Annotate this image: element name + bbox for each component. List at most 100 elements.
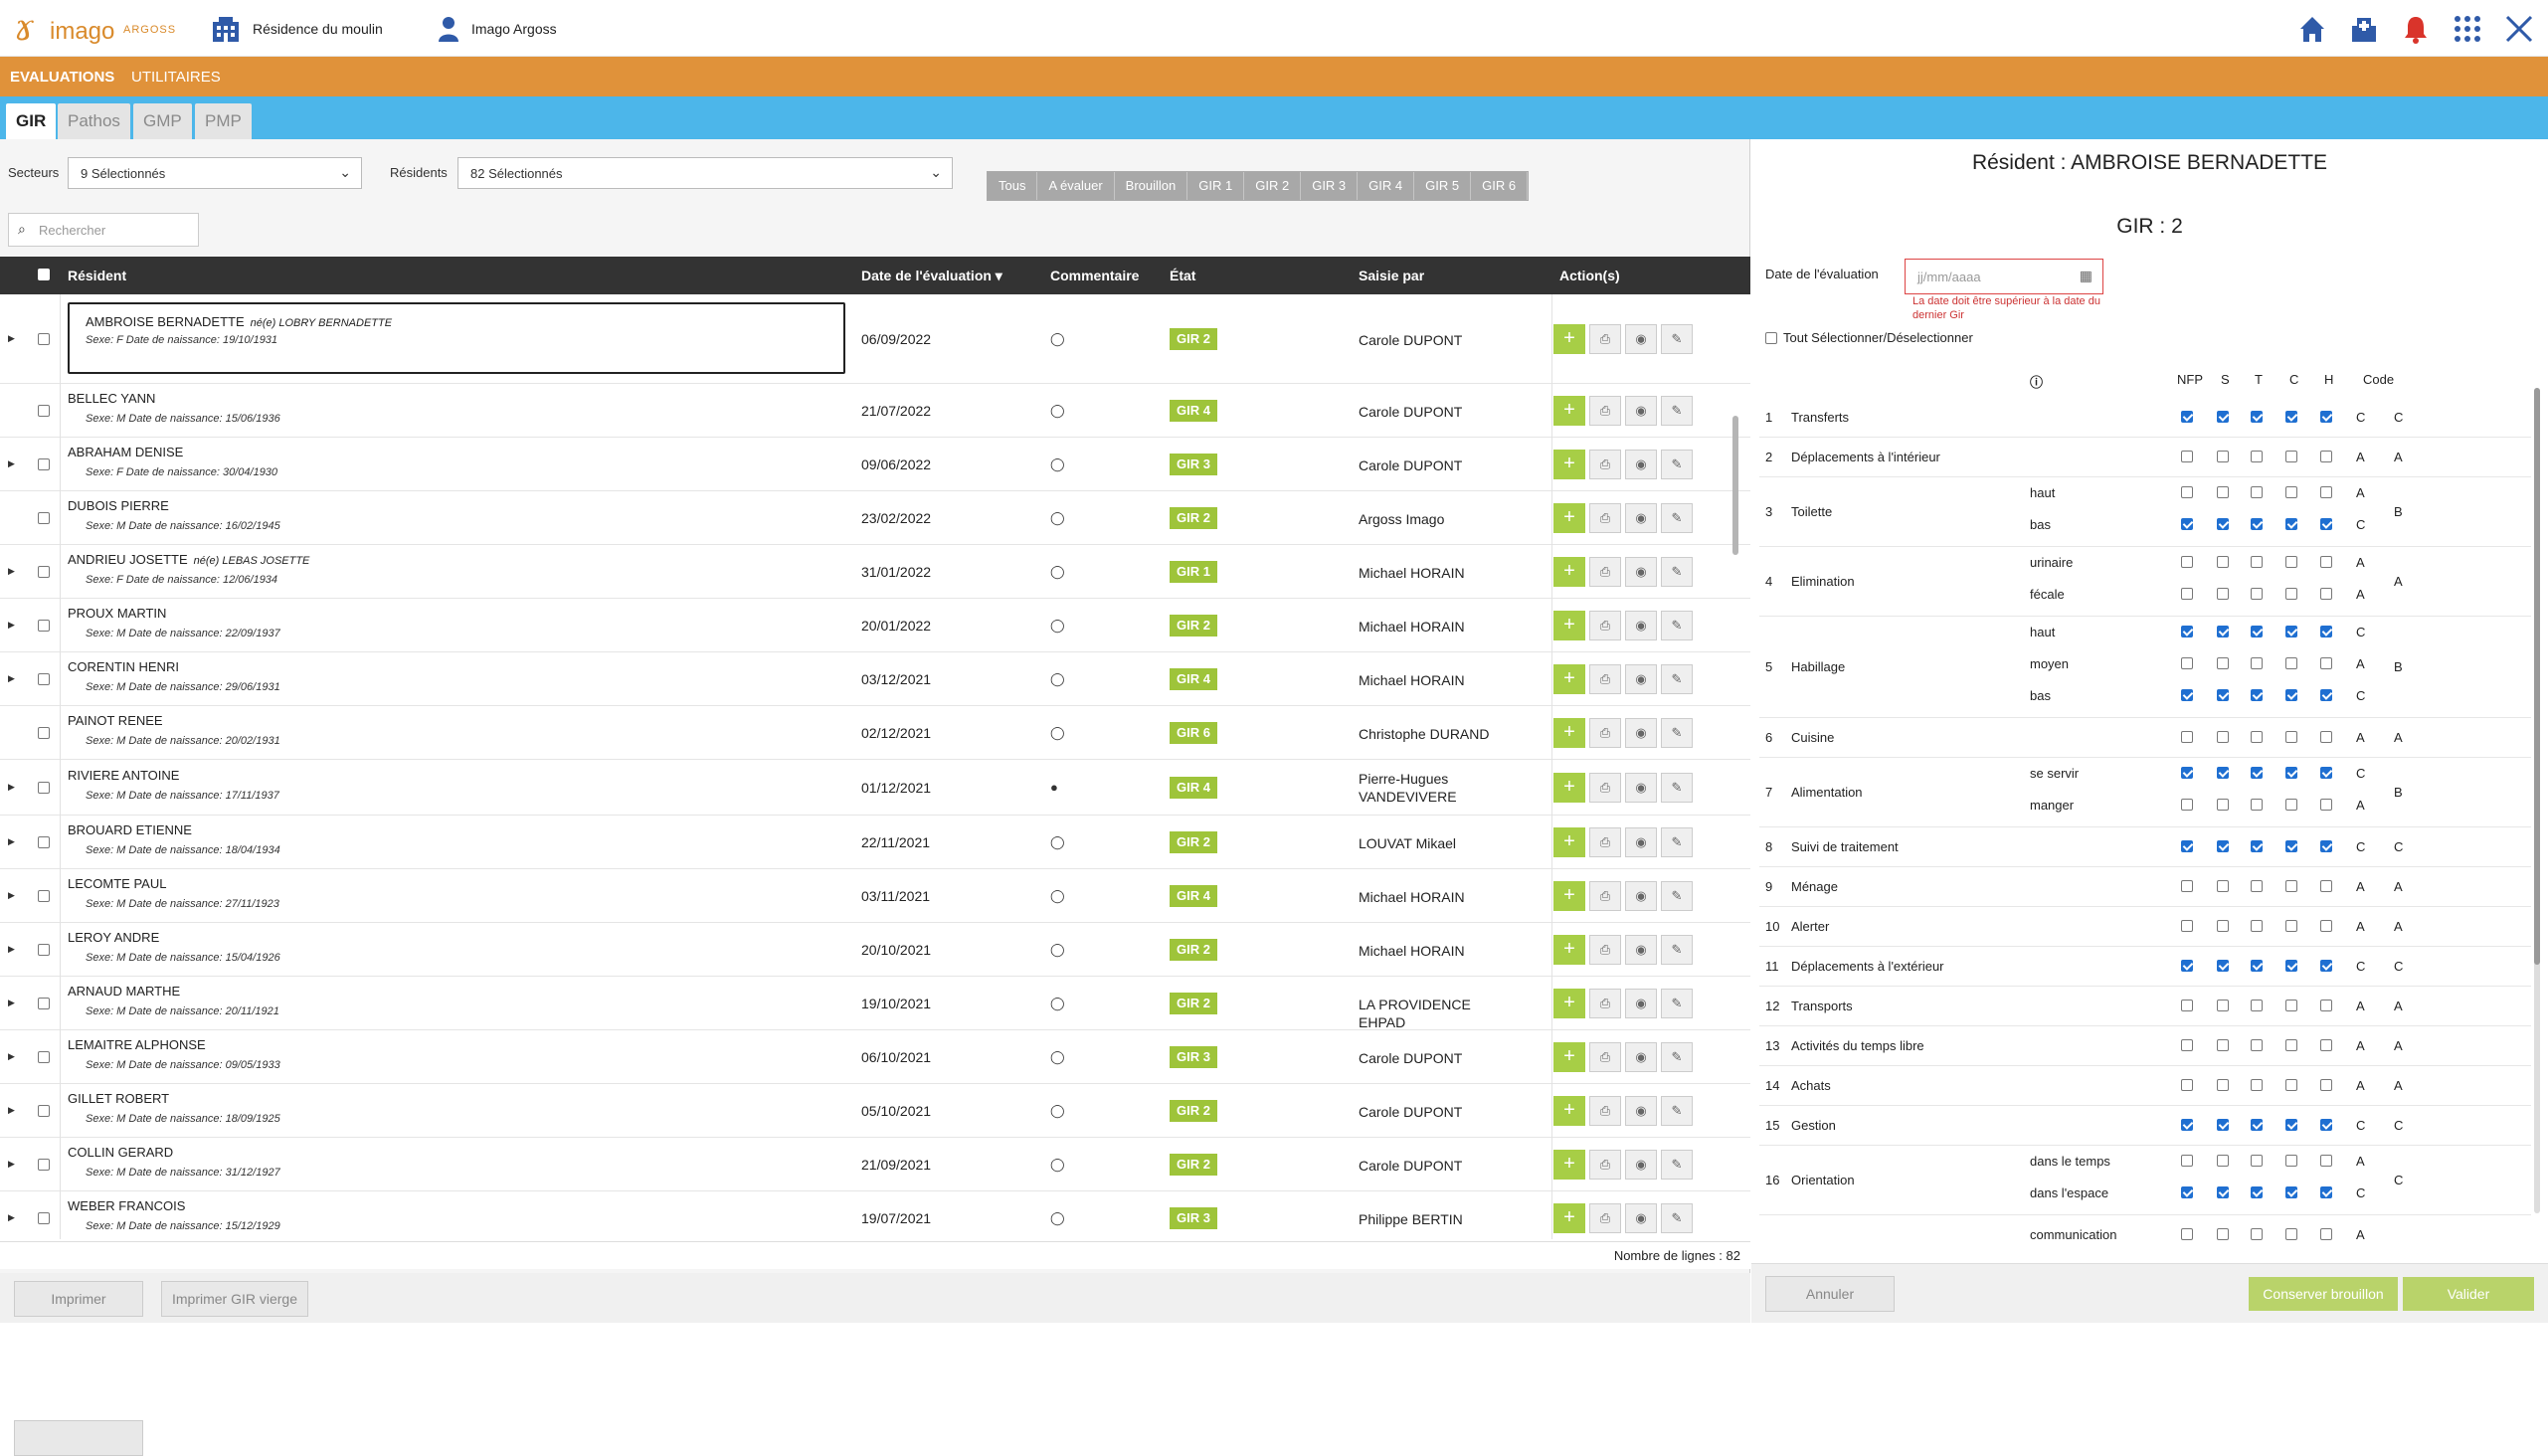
adverb-checkbox[interactable] (2181, 1000, 2193, 1011)
expand-arrow-icon[interactable]: ▶ (8, 836, 15, 847)
edit-icon[interactable]: ✎ (1661, 324, 1693, 354)
adverb-checkbox[interactable] (2285, 486, 2297, 498)
adverb-checkbox[interactable] (2320, 451, 2332, 462)
edit-icon[interactable]: ✎ (1661, 827, 1693, 857)
comment-icon[interactable]: ◯ (1050, 1157, 1065, 1173)
expand-arrow-icon[interactable]: ▶ (8, 1105, 15, 1116)
adverb-checkbox[interactable] (2217, 840, 2229, 852)
table-row[interactable]: ▶ LEROY ANDRE Sexe: M Date de naissance: 1… (0, 923, 1750, 977)
adverb-checkbox[interactable] (2320, 657, 2332, 669)
status-filter-6[interactable]: GIR 4 (1358, 172, 1415, 200)
row-checkbox[interactable] (38, 782, 50, 794)
select-all-checkbox[interactable] (1765, 331, 1777, 344)
adverb-checkbox[interactable] (2181, 960, 2193, 972)
adverb-checkbox[interactable] (2320, 920, 2332, 932)
adverb-checkbox[interactable] (2320, 880, 2332, 892)
edit-icon[interactable]: ✎ (1661, 1096, 1693, 1126)
select-all-checkbox[interactable] (38, 269, 50, 280)
comment-icon[interactable]: ◯ (1050, 996, 1065, 1011)
adverb-checkbox[interactable] (2320, 588, 2332, 600)
comment-icon[interactable]: ◯ (1050, 942, 1065, 958)
adverb-checkbox[interactable] (2251, 1119, 2263, 1131)
edit-icon[interactable]: ✎ (1661, 881, 1693, 911)
calendar-icon[interactable]: ▦ (2080, 268, 2093, 284)
comment-icon[interactable]: ◯ (1050, 1049, 1065, 1065)
adverb-checkbox[interactable] (2285, 1186, 2297, 1198)
add-icon[interactable]: + (1553, 989, 1585, 1018)
eye-icon[interactable]: ◉ (1625, 1096, 1657, 1126)
eye-icon[interactable]: ◉ (1625, 396, 1657, 426)
panel-scrollbar[interactable] (2534, 388, 2540, 1213)
adverb-checkbox[interactable] (2285, 556, 2297, 568)
eye-icon[interactable]: ◉ (1625, 450, 1657, 479)
add-icon[interactable]: + (1553, 718, 1585, 748)
adverb-checkbox[interactable] (2217, 411, 2229, 423)
adverb-checkbox[interactable] (2251, 556, 2263, 568)
adverb-checkbox[interactable] (2217, 767, 2229, 779)
row-checkbox[interactable] (38, 405, 50, 417)
status-filter-1[interactable]: A évaluer (1037, 172, 1115, 200)
expand-arrow-icon[interactable]: ▶ (8, 1212, 15, 1223)
table-row[interactable]: ▶ COLLIN GERARD Sexe: M Date de naissance:… (0, 1138, 1750, 1191)
edit-icon[interactable]: ✎ (1661, 557, 1693, 587)
print-icon[interactable]: ⎙ (1589, 881, 1621, 911)
table-row[interactable]: ▶ ARNAUD MARTHE Sexe: M Date de naissance:… (0, 977, 1750, 1030)
print-icon[interactable]: ⎙ (1589, 827, 1621, 857)
print-icon[interactable]: ⎙ (1589, 324, 1621, 354)
eye-icon[interactable]: ◉ (1625, 881, 1657, 911)
adverb-checkbox[interactable] (2251, 1155, 2263, 1167)
edit-icon[interactable]: ✎ (1661, 935, 1693, 965)
adverb-checkbox[interactable] (2181, 689, 2193, 701)
col-date[interactable]: Date de l'évaluation ▾ (861, 268, 1002, 284)
adverb-checkbox[interactable] (2251, 731, 2263, 743)
adverb-checkbox[interactable] (2285, 1039, 2297, 1051)
adverb-checkbox[interactable] (2285, 840, 2297, 852)
adverb-checkbox[interactable] (2285, 880, 2297, 892)
imago-logo[interactable]: ɤ imago ARGOSS (14, 8, 193, 50)
residence-selector[interactable]: Résidence du moulin (211, 14, 383, 44)
edit-icon[interactable]: ✎ (1661, 503, 1693, 533)
edit-icon[interactable]: ✎ (1661, 1203, 1693, 1233)
expand-arrow-icon[interactable]: ▶ (8, 673, 15, 684)
adverb-checkbox[interactable] (2217, 626, 2229, 637)
row-checkbox[interactable] (38, 1159, 50, 1171)
adverb-checkbox[interactable] (2217, 1079, 2229, 1091)
tab-pmp[interactable]: PMP (195, 103, 252, 139)
adverb-checkbox[interactable] (2320, 486, 2332, 498)
comment-icon[interactable]: ◯ (1050, 834, 1065, 850)
adverb-checkbox[interactable] (2285, 411, 2297, 423)
add-icon[interactable]: + (1553, 1150, 1585, 1180)
table-row[interactable]: ▶ PROUX MARTIN Sexe: M Date de naissance: … (0, 599, 1750, 652)
edit-icon[interactable]: ✎ (1661, 989, 1693, 1018)
print-icon[interactable]: ⎙ (1589, 1150, 1621, 1180)
comment-icon[interactable]: ◯ (1050, 671, 1065, 687)
print-icon[interactable]: ⎙ (1589, 557, 1621, 587)
col-resident[interactable]: Résident (68, 268, 126, 283)
row-checkbox[interactable] (38, 890, 50, 902)
adverb-checkbox[interactable] (2251, 1186, 2263, 1198)
status-filter-4[interactable]: GIR 2 (1244, 172, 1302, 200)
adverb-checkbox[interactable] (2251, 1000, 2263, 1011)
adverb-checkbox[interactable] (2217, 486, 2229, 498)
adverb-checkbox[interactable] (2285, 657, 2297, 669)
adverb-checkbox[interactable] (2181, 626, 2193, 637)
expand-arrow-icon[interactable]: ▶ (8, 1159, 15, 1170)
edit-icon[interactable]: ✎ (1661, 611, 1693, 640)
adverb-checkbox[interactable] (2251, 411, 2263, 423)
home-icon[interactable] (2297, 14, 2327, 44)
edit-icon[interactable]: ✎ (1661, 718, 1693, 748)
adverb-checkbox[interactable] (2285, 920, 2297, 932)
adverb-checkbox[interactable] (2285, 1228, 2297, 1240)
adverb-checkbox[interactable] (2320, 1039, 2332, 1051)
adverb-checkbox[interactable] (2181, 411, 2193, 423)
adverb-checkbox[interactable] (2285, 518, 2297, 530)
print-icon[interactable]: ⎙ (1589, 450, 1621, 479)
expand-arrow-icon[interactable]: ▶ (8, 333, 15, 344)
print-icon[interactable]: ⎙ (1589, 1096, 1621, 1126)
nav-evaluations[interactable]: EVALUATIONS (10, 69, 114, 86)
row-checkbox[interactable] (38, 512, 50, 524)
tab-gir[interactable]: GIR (6, 103, 57, 139)
expand-arrow-icon[interactable]: ▶ (8, 1051, 15, 1062)
status-filter-2[interactable]: Brouillon (1114, 172, 1188, 200)
adverb-checkbox[interactable] (2181, 588, 2193, 600)
